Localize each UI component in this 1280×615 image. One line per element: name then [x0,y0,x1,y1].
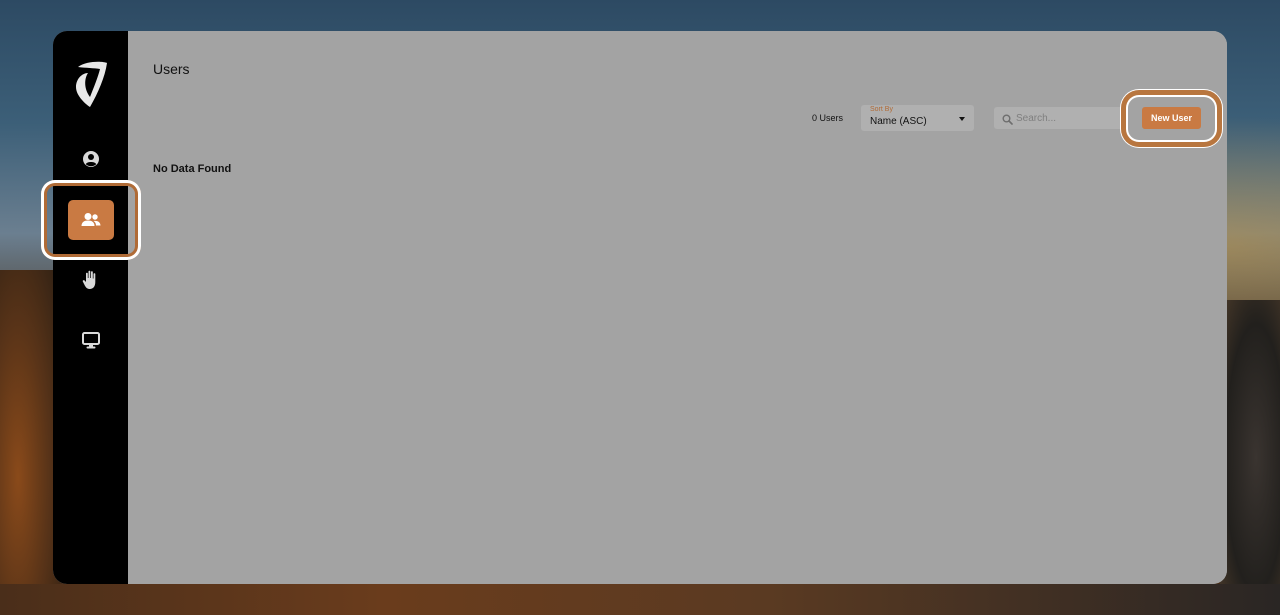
brand-logo [72,59,110,111]
monitor-icon [82,331,100,349]
chevron-down-icon [959,117,965,121]
sidebar-item-devices[interactable] [68,320,114,360]
sidebar-item-permissions[interactable] [68,260,114,300]
sidebar-item-users[interactable] [68,200,114,240]
app-window: Users 0 Users Sort By Name (ASC) No Data… [53,31,1227,584]
new-user-button[interactable]: New User [1142,107,1201,129]
user-circle-icon [82,150,100,168]
users-icon [81,212,101,228]
sort-value: Name (ASC) [870,116,927,127]
sidebar [53,31,128,584]
background-rock-right [1220,300,1280,615]
search-field[interactable] [994,107,1124,129]
background-ground [0,584,1280,615]
empty-state-message: No Data Found [153,163,232,175]
sort-dropdown[interactable]: Sort By Name (ASC) [861,105,974,131]
search-input[interactable] [1016,107,1116,129]
background-foliage-left [0,270,60,615]
search-icon [1002,112,1013,130]
page-title: Users [153,61,190,77]
main-panel: Users 0 Users Sort By Name (ASC) No Data… [128,31,1227,584]
hand-icon [82,270,100,290]
sort-label: Sort By [870,106,893,113]
sidebar-item-profile[interactable] [68,139,114,179]
user-count: 0 Users [812,113,844,123]
